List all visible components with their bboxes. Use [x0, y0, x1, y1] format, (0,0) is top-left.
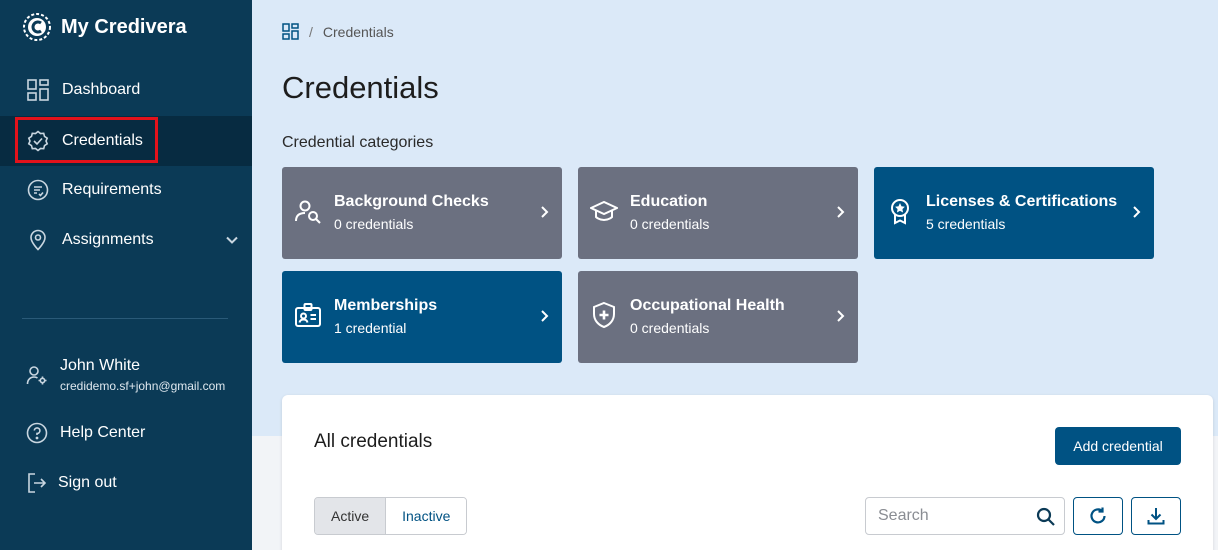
- award-ribbon-icon: [891, 199, 909, 225]
- card-title: Background Checks: [334, 193, 489, 210]
- user-name: John White: [60, 357, 141, 374]
- sidebar-item-credentials[interactable]: Credentials: [0, 116, 252, 166]
- search-input[interactable]: [878, 507, 1038, 525]
- chevron-right-icon: [541, 310, 549, 322]
- help-icon: [26, 422, 48, 444]
- card-title: Memberships: [334, 297, 438, 314]
- card-count: 5 credentials: [926, 216, 1006, 232]
- all-credentials-panel: All credentials Add credential Active In…: [282, 395, 1213, 550]
- sidebar-item-requirements[interactable]: Requirements: [0, 165, 252, 215]
- card-count: 0 credentials: [630, 320, 710, 336]
- location-pin-icon: [26, 228, 50, 252]
- chevron-right-icon: [541, 206, 549, 218]
- breadcrumb: / Credentials: [282, 23, 394, 40]
- brand-name: My Credivera: [61, 15, 187, 38]
- categories-heading: Credential categories: [282, 134, 434, 151]
- card-title: Licenses & Certifications: [926, 193, 1118, 210]
- card-count: 0 credentials: [630, 216, 710, 232]
- category-card-education[interactable]: Education 0 credentials: [578, 167, 858, 259]
- card-title: Occupational Health: [630, 297, 785, 314]
- chevron-right-icon: [837, 206, 845, 218]
- search-box: [865, 497, 1065, 535]
- sign-out-link[interactable]: Sign out: [26, 472, 117, 494]
- user-email: credidemo.sf+john@gmail.com: [60, 379, 226, 393]
- card-count: 1 credential: [334, 320, 407, 336]
- sidebar-item-label: Dashboard: [62, 81, 141, 98]
- brand[interactable]: My Credivera: [22, 12, 187, 42]
- user-profile[interactable]: John White credidemo.sf+john@gmail.com: [26, 357, 225, 393]
- page-title: Credentials: [282, 70, 439, 105]
- user-search-icon: [295, 200, 321, 224]
- shield-plus-icon: [593, 301, 615, 329]
- sidebar-divider: [22, 318, 228, 319]
- toggle-active[interactable]: Active: [315, 498, 386, 534]
- help-center-link[interactable]: Help Center: [26, 422, 145, 444]
- category-card-occupational-health[interactable]: Occupational Health 0 credentials: [578, 271, 858, 363]
- dashboard-icon: [26, 78, 50, 102]
- category-card-memberships[interactable]: Memberships 1 credential: [282, 271, 562, 363]
- category-card-licenses-certifications[interactable]: Licenses & Certifications 5 credentials: [874, 167, 1154, 259]
- refresh-icon: [1090, 507, 1106, 524]
- sidebar-item-assignments[interactable]: Assignments: [0, 215, 252, 265]
- breadcrumb-separator: /: [309, 23, 313, 40]
- search-icon[interactable]: [1036, 507, 1056, 527]
- download-icon: [1147, 508, 1165, 525]
- sign-out-label: Sign out: [58, 474, 117, 491]
- add-credential-button[interactable]: Add credential: [1055, 427, 1181, 465]
- toggle-inactive[interactable]: Inactive: [385, 498, 467, 534]
- verified-badge-icon: [26, 129, 50, 153]
- sidebar-item-label: Requirements: [62, 181, 162, 198]
- status-toggle: Active Inactive: [314, 497, 468, 535]
- card-count: 0 credentials: [334, 216, 414, 232]
- download-button[interactable]: [1131, 497, 1181, 535]
- id-badge-icon: [295, 303, 321, 327]
- panel-title: All credentials: [314, 431, 433, 452]
- sidebar: My Credivera Dashboard Credentials Requi…: [0, 0, 252, 550]
- category-card-background-checks[interactable]: Background Checks 0 credentials: [282, 167, 562, 259]
- requirements-icon: [26, 178, 50, 202]
- chevron-right-icon: [837, 310, 845, 322]
- sidebar-item-dashboard[interactable]: Dashboard: [0, 65, 252, 115]
- card-title: Education: [630, 193, 708, 210]
- refresh-button[interactable]: [1073, 497, 1123, 535]
- credivera-logo-icon: [23, 13, 51, 41]
- sidebar-item-label: Assignments: [62, 231, 154, 248]
- graduation-cap-icon: [590, 200, 618, 222]
- help-center-label: Help Center: [60, 424, 146, 441]
- chevron-right-icon: [1133, 206, 1141, 218]
- breadcrumb-current: Credentials: [322, 23, 394, 40]
- user-settings-icon: [26, 366, 47, 385]
- chevron-down-icon[interactable]: [224, 232, 240, 248]
- sidebar-item-label: Credentials: [62, 132, 143, 149]
- sign-out-icon: [28, 473, 47, 493]
- dashboard-icon[interactable]: [282, 23, 299, 40]
